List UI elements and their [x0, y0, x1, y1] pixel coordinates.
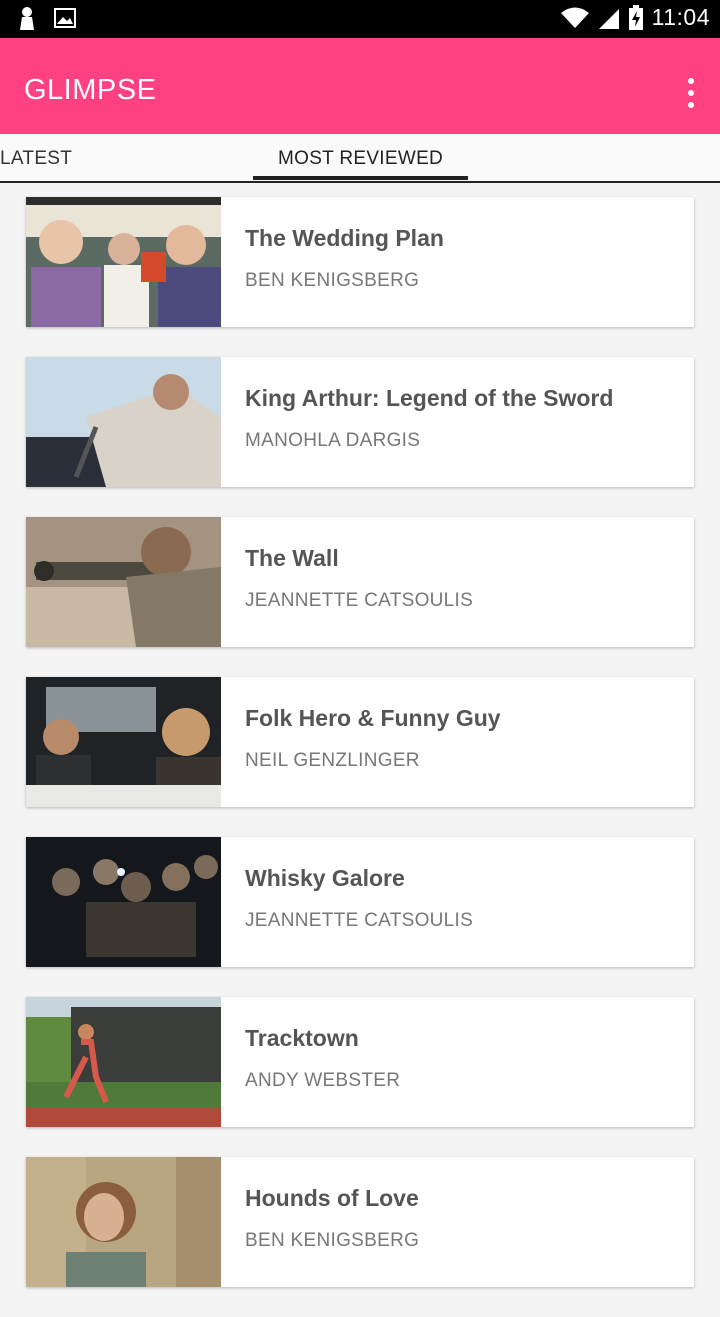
review-title: The Wall	[245, 545, 339, 571]
review-title: Folk Hero & Funny Guy	[245, 705, 501, 731]
review-title: Whisky Galore	[245, 865, 405, 891]
wifi-icon	[560, 7, 589, 28]
review-author: JEANNETTE CATSOULIS	[245, 590, 474, 611]
app-bar: GLIMPSE	[0, 38, 720, 134]
app-title: GLIMPSE	[24, 74, 157, 106]
review-title: King Arthur: Legend of the Sword	[245, 385, 614, 411]
status-time: 11:04	[651, 4, 710, 30]
review-card[interactable]: Hounds of Love BEN KENIGSBERG	[26, 1157, 694, 1287]
movie-thumbnail	[26, 997, 221, 1127]
review-author: JEANNETTE CATSOULIS	[245, 910, 474, 931]
review-author: NEIL GENZLINGER	[245, 750, 420, 771]
movie-thumbnail	[26, 197, 221, 327]
review-author: BEN KENIGSBERG	[245, 1230, 420, 1251]
tab-indicator	[253, 176, 468, 180]
movie-thumbnail	[26, 517, 221, 647]
notification-icon	[20, 7, 34, 30]
review-card[interactable]: Folk Hero & Funny Guy NEIL GENZLINGER	[26, 677, 694, 807]
movie-thumbnail	[26, 357, 221, 487]
review-title: The Wedding Plan	[245, 225, 444, 251]
more-vert-icon[interactable]	[678, 78, 704, 108]
tab-bar: LATEST MOST REVIEWED	[0, 134, 720, 183]
review-card[interactable]: King Arthur: Legend of the Sword MANOHLA…	[26, 357, 694, 487]
review-list: The Wedding Plan BEN KENIGSBERG King Art…	[26, 197, 694, 1317]
movie-thumbnail	[26, 837, 221, 967]
review-title: Hounds of Love	[245, 1185, 419, 1211]
tab-latest[interactable]: LATEST	[0, 148, 72, 170]
review-author: ANDY WEBSTER	[245, 1070, 401, 1091]
movie-thumbnail	[26, 677, 221, 807]
review-card[interactable]: Tracktown ANDY WEBSTER	[26, 997, 694, 1127]
review-author: MANOHLA DARGIS	[245, 430, 421, 451]
review-title: Tracktown	[245, 1025, 359, 1051]
review-author: BEN KENIGSBERG	[245, 270, 420, 291]
signal-icon	[598, 8, 619, 29]
review-card[interactable]: Whisky Galore JEANNETTE CATSOULIS	[26, 837, 694, 967]
review-card[interactable]: The Wedding Plan BEN KENIGSBERG	[26, 197, 694, 327]
review-card[interactable]: The Wall JEANNETTE CATSOULIS	[26, 517, 694, 647]
tab-most-reviewed[interactable]: MOST REVIEWED	[278, 148, 443, 170]
image-icon	[54, 8, 76, 28]
battery-charging-icon	[628, 4, 643, 30]
status-bar: 11:04	[0, 0, 720, 38]
movie-thumbnail	[26, 1157, 221, 1287]
